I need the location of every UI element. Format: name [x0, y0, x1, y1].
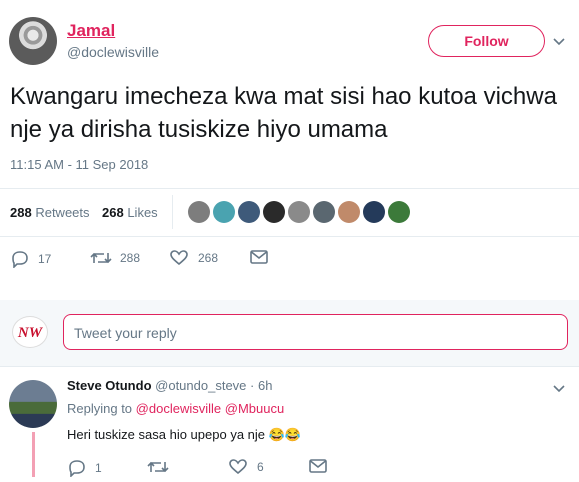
heart-icon	[229, 459, 247, 475]
liker-avatar[interactable]	[238, 201, 260, 223]
liker-avatar[interactable]	[213, 201, 235, 223]
replying-to: Replying to @doclewisville @Mbuucu	[67, 401, 284, 416]
reply-reply-count: 1	[95, 461, 102, 475]
divider	[0, 188, 579, 189]
reply-text: Heri tuskize sasa hio upepo ya nje 😂😂	[67, 427, 301, 443]
reply-time[interactable]: · 6h	[250, 378, 272, 393]
reply-icon	[12, 251, 28, 268]
envelope-icon	[309, 459, 327, 473]
reply-retweet-action[interactable]	[147, 459, 177, 475]
retweets-label: Retweets	[35, 205, 90, 220]
divider	[0, 366, 579, 367]
author-name[interactable]: Jamal	[67, 21, 115, 41]
reply-author-name[interactable]: Steve Otundo	[67, 378, 152, 393]
author-avatar[interactable]	[9, 17, 57, 65]
thread-line	[32, 432, 35, 477]
reply-emoji: 😂😂	[268, 427, 302, 442]
heart-icon	[170, 250, 188, 266]
reply-author-avatar[interactable]	[9, 380, 57, 428]
like-count: 268	[198, 251, 219, 265]
follow-button[interactable]: Follow	[428, 25, 545, 57]
reply-count: 17	[38, 252, 52, 266]
reply-author-handle[interactable]: @otundo_steve	[155, 378, 246, 393]
retweets-stat[interactable]: 288 Retweets	[10, 205, 90, 220]
reply-input[interactable]: Tweet your reply	[63, 314, 568, 350]
reply-icon	[69, 460, 85, 477]
reply-action[interactable]: 17	[10, 250, 51, 268]
reply-like-count: 6	[257, 460, 264, 474]
like-action[interactable]: 268	[170, 250, 218, 266]
chevron-down-icon[interactable]	[552, 381, 566, 399]
tweet-text: Kwangaru imecheza kwa mat sisi hao kutoa…	[10, 83, 557, 143]
mention-link[interactable]: @doclewisville	[136, 401, 221, 416]
replying-prefix: Replying to	[67, 401, 133, 416]
liker-avatar[interactable]	[313, 201, 335, 223]
liker-avatar[interactable]	[188, 201, 210, 223]
reply-message-action[interactable]	[309, 459, 327, 473]
reply-reply-action[interactable]: 1	[67, 459, 102, 477]
liker-avatar[interactable]	[263, 201, 285, 223]
likes-count: 268	[102, 205, 124, 220]
retweet-action[interactable]: 288	[90, 250, 140, 266]
liker-avatar[interactable]	[338, 201, 360, 223]
liker-avatar[interactable]	[363, 201, 385, 223]
retweet-icon	[90, 252, 112, 264]
chevron-down-icon[interactable]	[552, 34, 566, 52]
user-avatar[interactable]: NW	[12, 316, 48, 348]
mention-link[interactable]: @Mbuucu	[225, 401, 284, 416]
retweet-count: 288	[120, 251, 141, 265]
reply-like-action[interactable]: 6	[229, 459, 264, 475]
reply-author[interactable]: Steve Otundo @otundo_steve · 6h	[67, 378, 272, 393]
nw-logo-text: NW	[17, 325, 44, 341]
liker-avatar[interactable]	[388, 201, 410, 223]
envelope-icon	[250, 250, 268, 264]
reply-text-body: Heri tuskize sasa hio upepo ya nje	[67, 427, 266, 442]
retweet-icon	[147, 461, 169, 473]
likes-stat[interactable]: 268 Likes	[102, 205, 158, 220]
retweets-count: 288	[10, 205, 32, 220]
stats-separator	[172, 195, 173, 229]
tweet-timestamp[interactable]: 11:15 AM - 11 Sep 2018	[10, 157, 148, 172]
message-action[interactable]	[250, 250, 268, 264]
author-handle[interactable]: @doclewisville	[67, 44, 159, 60]
liker-avatar[interactable]	[288, 201, 310, 223]
divider	[0, 236, 579, 237]
likes-label: Likes	[127, 205, 158, 220]
